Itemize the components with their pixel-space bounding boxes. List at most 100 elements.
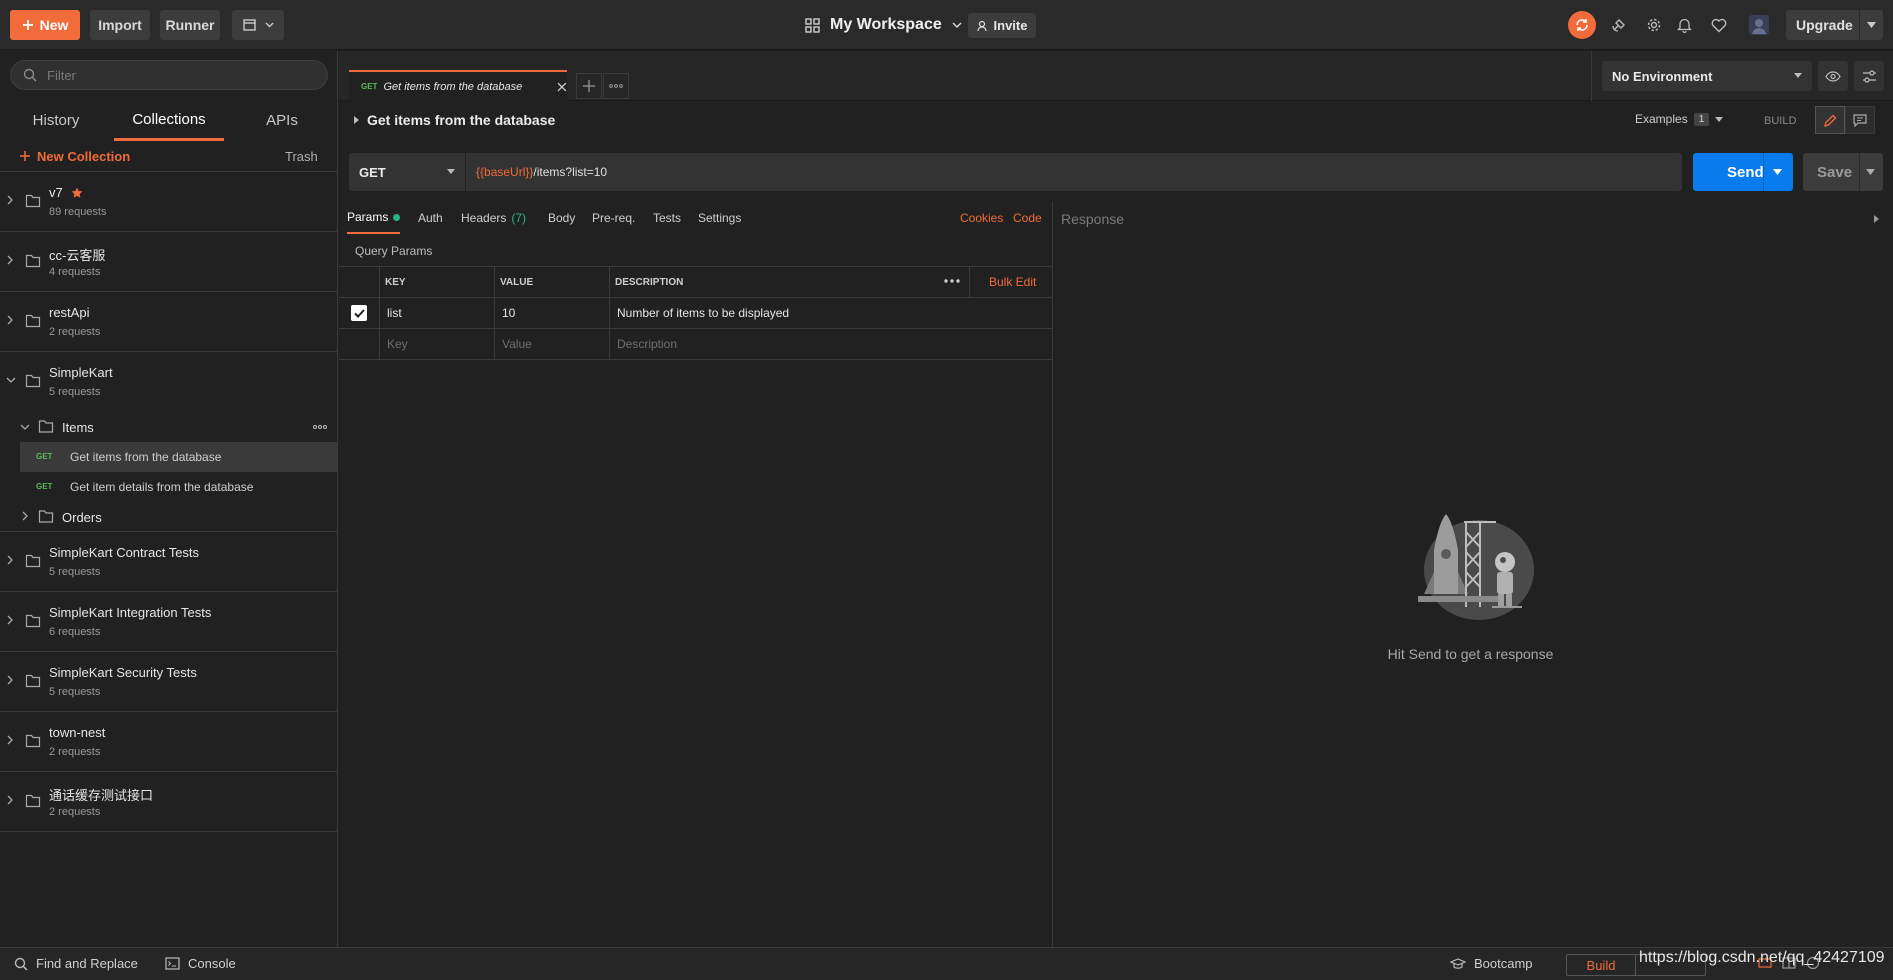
- bootcamp-button[interactable]: Bootcamp: [1450, 956, 1533, 971]
- tab-settings[interactable]: Settings: [698, 202, 741, 234]
- collection-item[interactable]: town-nest 2 requests: [0, 712, 338, 772]
- import-button[interactable]: Import: [90, 10, 150, 40]
- caret-down-icon[interactable]: [1866, 169, 1875, 175]
- close-icon[interactable]: [557, 82, 567, 92]
- tab-params[interactable]: Params: [347, 202, 401, 234]
- collection-item-expanded[interactable]: SimpleKart 5 requests: [0, 352, 338, 412]
- upgrade-button[interactable]: Upgrade: [1786, 10, 1883, 40]
- request-name: Get item details from the database: [70, 480, 254, 494]
- collection-item[interactable]: SimpleKart Contract Tests 5 requests: [0, 532, 338, 592]
- http-method-select[interactable]: GET: [349, 153, 465, 191]
- tab-apis[interactable]: APIs: [260, 101, 304, 139]
- request-tab[interactable]: GET Get items from the database: [349, 70, 567, 101]
- filter-input[interactable]: [47, 67, 307, 83]
- chevron-right-icon[interactable]: [22, 511, 29, 521]
- caret-right-icon[interactable]: [1874, 215, 1879, 223]
- chevron-right-icon[interactable]: [7, 615, 14, 625]
- examples-dropdown[interactable]: Examples 1: [1635, 112, 1724, 126]
- chevron-right-icon[interactable]: [7, 675, 14, 685]
- new-button[interactable]: New: [10, 10, 80, 40]
- response-empty-hint: Hit Send to get a response: [1387, 646, 1554, 662]
- caret-right-icon[interactable]: [354, 116, 359, 124]
- param-enabled-cell: [339, 329, 379, 359]
- heart-icon[interactable]: [1707, 13, 1731, 37]
- param-enabled-checkbox[interactable]: [351, 305, 367, 321]
- folder-item[interactable]: Items: [0, 412, 338, 442]
- request-title[interactable]: Get items from the database: [367, 112, 555, 128]
- send-button[interactable]: Send: [1693, 153, 1793, 191]
- environment-select[interactable]: No Environment: [1602, 61, 1812, 91]
- collection-folder-icon: [25, 674, 41, 688]
- request-item[interactable]: GET Get item details from the database: [0, 472, 338, 502]
- tab-auth[interactable]: Auth: [418, 202, 443, 234]
- bulk-edit-link[interactable]: Bulk Edit: [989, 275, 1036, 289]
- code-link[interactable]: Code: [1013, 211, 1042, 225]
- chevron-right-icon[interactable]: [7, 195, 14, 205]
- avatar-icon[interactable]: [1747, 13, 1771, 37]
- environment-quick-look-button[interactable]: [1818, 61, 1848, 91]
- tab-history[interactable]: History: [30, 101, 82, 139]
- edit-mode-button[interactable]: [1815, 106, 1845, 134]
- collection-item[interactable]: cc-云客服 4 requests: [0, 232, 338, 292]
- runner-button[interactable]: Runner: [160, 10, 220, 40]
- url-input[interactable]: {{baseUrl}}/items?list=10: [466, 153, 1682, 191]
- tab-headers[interactable]: Headers (7): [461, 202, 526, 234]
- caret-down-icon[interactable]: [1773, 169, 1782, 175]
- chevron-down-icon[interactable]: [6, 377, 16, 384]
- gear-icon[interactable]: [1642, 13, 1666, 37]
- param-row[interactable]: list 10 Number of items to be displayed: [339, 298, 1053, 329]
- bell-icon[interactable]: [1672, 13, 1696, 37]
- tab-auth-label: Auth: [418, 211, 443, 225]
- save-button[interactable]: Save: [1803, 153, 1883, 191]
- tab-collections[interactable]: Collections: [114, 101, 224, 141]
- chevron-right-icon[interactable]: [7, 735, 14, 745]
- request-method: GET: [36, 482, 53, 491]
- collection-item[interactable]: SimpleKart Integration Tests 6 requests: [0, 592, 338, 652]
- workspace-name: My Workspace: [830, 16, 942, 33]
- chevron-right-icon[interactable]: [7, 315, 14, 325]
- param-value-placeholder[interactable]: Value: [494, 329, 609, 359]
- collection-item[interactable]: v7 89 requests: [0, 172, 338, 232]
- collection-folder-icon: [25, 374, 41, 388]
- chevron-down-icon[interactable]: [20, 424, 30, 431]
- tab-options-button[interactable]: [603, 73, 629, 99]
- workspace-switcher[interactable]: My Workspace: [805, 12, 962, 38]
- param-key-cell[interactable]: list: [379, 298, 494, 328]
- param-description-placeholder[interactable]: Description: [609, 329, 1053, 359]
- collection-item[interactable]: 通话缓存测试接口 2 requests: [0, 772, 338, 832]
- comments-button[interactable]: [1845, 106, 1875, 134]
- param-description-cell[interactable]: Number of items to be displayed: [609, 298, 1053, 328]
- manage-environments-button[interactable]: [1854, 61, 1884, 91]
- folder-item[interactable]: Orders: [0, 502, 338, 532]
- param-key-placeholder[interactable]: Key: [379, 329, 494, 359]
- more-options-icon[interactable]: [313, 425, 327, 429]
- find-replace-button[interactable]: Find and Replace: [14, 956, 138, 971]
- open-new-button[interactable]: [232, 10, 284, 40]
- chevron-right-icon[interactable]: [7, 255, 14, 265]
- sync-icon[interactable]: [1568, 11, 1596, 39]
- collection-item[interactable]: SimpleKart Security Tests 5 requests: [0, 652, 338, 712]
- invite-button[interactable]: Invite: [968, 13, 1036, 38]
- chevron-right-icon[interactable]: [7, 795, 14, 805]
- star-icon[interactable]: [71, 187, 83, 199]
- param-row-empty[interactable]: Key Value Description: [339, 329, 1053, 360]
- console-button[interactable]: Console: [165, 956, 236, 971]
- new-button-label: New: [39, 17, 69, 33]
- sliders-icon: [1862, 69, 1876, 83]
- tab-pre-request-script[interactable]: Pre-req.: [592, 202, 635, 234]
- tab-body[interactable]: Body: [548, 202, 575, 234]
- new-collection-button[interactable]: New Collection: [20, 141, 130, 171]
- param-value-cell[interactable]: 10: [494, 298, 609, 328]
- new-tab-button[interactable]: [576, 73, 602, 99]
- cookies-link[interactable]: Cookies: [960, 211, 1003, 225]
- collection-item[interactable]: restApi 2 requests: [0, 292, 338, 352]
- chevron-right-icon[interactable]: [7, 555, 14, 565]
- more-options-icon[interactable]: [944, 279, 960, 283]
- satellite-icon[interactable]: [1607, 13, 1631, 37]
- filter-box[interactable]: [10, 60, 328, 90]
- build-mode-button[interactable]: Build: [1567, 955, 1636, 975]
- trash-button[interactable]: Trash: [285, 141, 318, 171]
- tab-tests[interactable]: Tests: [653, 202, 681, 234]
- request-item-selected[interactable]: GET Get items from the database: [20, 442, 338, 472]
- caret-down-icon[interactable]: [1867, 22, 1876, 28]
